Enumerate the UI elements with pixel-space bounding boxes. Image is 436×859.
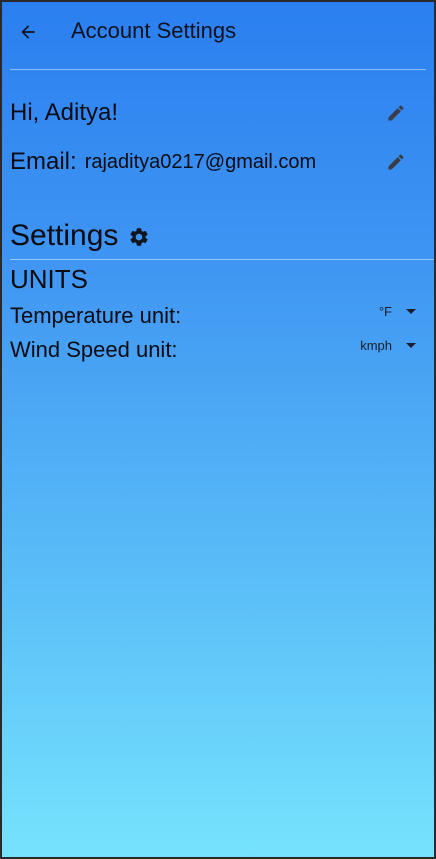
greeting-text: Hi, Aditya!	[10, 99, 119, 126]
wind-speed-unit-row: Wind Speed unit: kmph	[10, 336, 416, 364]
temperature-unit-row: Temperature unit: °F	[10, 302, 416, 330]
greeting-row: Hi, Aditya!	[10, 99, 420, 127]
edit-name-button[interactable]	[382, 99, 410, 127]
header-divider	[10, 69, 426, 70]
gear-icon	[130, 228, 148, 246]
edit-email-button[interactable]	[382, 148, 410, 176]
arrow-left-icon	[21, 25, 35, 39]
pencil-icon	[388, 105, 404, 121]
settings-heading: Settings	[10, 218, 150, 254]
temperature-unit-value: °F	[378, 304, 392, 319]
wind-speed-unit-value: kmph	[360, 338, 392, 353]
page-title: Account Settings	[71, 18, 237, 43]
wind-speed-unit-label: Wind Speed unit:	[10, 337, 178, 362]
pencil-icon	[388, 154, 404, 170]
email-label: Email:	[10, 148, 77, 175]
temperature-unit-label: Temperature unit:	[10, 303, 182, 328]
temperature-unit-select[interactable]: °F	[379, 304, 416, 319]
chevron-down-icon	[406, 343, 416, 348]
settings-divider	[10, 259, 434, 260]
account-settings-screen: Account Settings Hi, Aditya! Email: raja…	[0, 0, 436, 859]
email-row: Email: rajaditya0217@gmail.com	[10, 148, 420, 176]
email-value: rajaditya0217@gmail.com	[84, 151, 317, 173]
chevron-down-icon	[406, 309, 416, 314]
units-heading: UNITS	[10, 264, 88, 294]
settings-heading-label: Settings	[10, 219, 119, 252]
app-bar: Account Settings	[2, 2, 434, 62]
back-button[interactable]	[12, 16, 44, 48]
wind-speed-unit-select[interactable]: kmph	[360, 338, 416, 353]
